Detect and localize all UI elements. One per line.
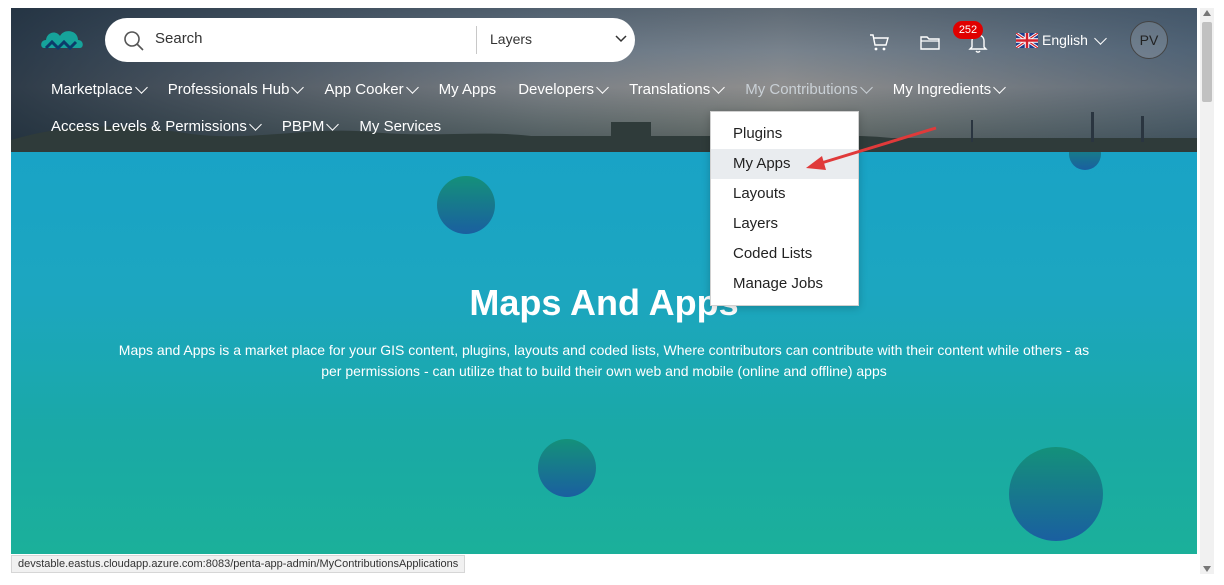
- nav-item-access-levels-permissions[interactable]: Access Levels & Permissions: [51, 118, 262, 135]
- chevron-down-icon[interactable]: [614, 32, 628, 46]
- search-scope-select[interactable]: Layers: [490, 31, 532, 47]
- nav-item-my-ingredients[interactable]: My Ingredients: [892, 81, 1007, 98]
- nav-item-app-cooker[interactable]: App Cooker: [324, 81, 419, 98]
- folder-icon[interactable]: [918, 30, 942, 54]
- chevron-down-icon: [405, 81, 419, 94]
- browser-status-url: devstable.eastus.cloudapp.azure.com:8083…: [11, 555, 466, 573]
- nav-item-my-services[interactable]: My Services: [359, 118, 441, 135]
- nav-item-label: My Ingredients: [892, 81, 992, 98]
- search-bar: Search Layers: [105, 18, 635, 62]
- chevron-down-icon: [291, 81, 305, 94]
- search-input[interactable]: Search: [155, 30, 203, 47]
- chevron-down-icon: [596, 81, 609, 94]
- menu-item-manage-jobs[interactable]: Manage Jobs: [711, 269, 858, 299]
- page-scrollbar[interactable]: [1200, 8, 1214, 574]
- nav-item-label: Marketplace: [51, 81, 133, 98]
- nav-item-label: Developers: [518, 81, 595, 98]
- scroll-down-icon[interactable]: [1203, 566, 1211, 572]
- cart-icon[interactable]: [867, 30, 891, 54]
- user-avatar[interactable]: PV: [1130, 21, 1168, 59]
- site-header: Search Layers 252 English PV Marketplace…: [11, 8, 1197, 152]
- nav-item-label: My Contributions: [745, 81, 858, 98]
- search-divider: [476, 26, 477, 54]
- decorative-bubble: [1069, 152, 1101, 170]
- nav-item-label: Professionals Hub: [167, 81, 290, 98]
- menu-item-coded-lists[interactable]: Coded Lists: [711, 239, 858, 269]
- hero-title: Maps And Apps: [469, 282, 739, 323]
- logo-icon[interactable]: [38, 22, 86, 58]
- nav-item-my-contributions[interactable]: My Contributions: [745, 81, 873, 98]
- nav-item-developers[interactable]: Developers: [518, 81, 609, 98]
- notification-badge[interactable]: 252: [953, 21, 983, 39]
- nav-item-my-apps[interactable]: My Apps: [439, 81, 497, 98]
- uk-flag-icon: [1016, 32, 1038, 48]
- nav-item-label: PBPM: [281, 118, 325, 135]
- menu-item-layers[interactable]: Layers: [711, 209, 858, 239]
- nav-item-label: Access Levels & Permissions: [51, 118, 247, 135]
- chevron-down-icon: [712, 81, 726, 94]
- decorative-bubble: [1009, 447, 1103, 541]
- chevron-down-icon: [134, 81, 148, 94]
- menu-item-layouts[interactable]: Layouts: [711, 179, 858, 209]
- nav-item-marketplace[interactable]: Marketplace: [51, 81, 148, 98]
- chevron-down-icon: [859, 81, 873, 94]
- hero-banner: Maps And Apps Maps and Apps is a market …: [11, 152, 1197, 554]
- language-selector[interactable]: English: [1016, 31, 1107, 48]
- nav-item-professionals-hub[interactable]: Professionals Hub: [167, 81, 305, 98]
- chevron-down-icon: [249, 118, 262, 131]
- decorative-bubble: [538, 439, 596, 497]
- nav-item-label: App Cooker: [324, 81, 404, 98]
- search-icon[interactable]: [123, 30, 145, 52]
- scroll-up-icon[interactable]: [1203, 10, 1211, 16]
- scrollbar-thumb[interactable]: [1202, 22, 1212, 102]
- language-label: English: [1042, 32, 1088, 48]
- nav-item-translations[interactable]: Translations: [629, 81, 726, 98]
- browser-viewport: Search Layers 252 English PV Marketplace…: [0, 0, 1224, 585]
- nav-item-label: My Services: [359, 118, 442, 135]
- main-nav-row2: Access Levels & Permissions PBPM My Servic…: [51, 118, 463, 135]
- chevron-down-icon: [993, 81, 1007, 94]
- chevron-down-icon: [326, 118, 340, 131]
- nav-item-pbpm[interactable]: PBPM: [281, 118, 340, 135]
- hero-description: Maps and Apps is a market place for your…: [118, 342, 1090, 379]
- main-nav-row1: Marketplace Professionals Hub App Cooker My…: [51, 81, 1026, 98]
- decorative-bubble: [437, 176, 495, 234]
- nav-item-label: My Apps: [438, 81, 497, 98]
- nav-item-label: Translations: [629, 81, 711, 98]
- chevron-down-icon: [1094, 31, 1107, 45]
- annotation-arrow-icon: [806, 126, 937, 170]
